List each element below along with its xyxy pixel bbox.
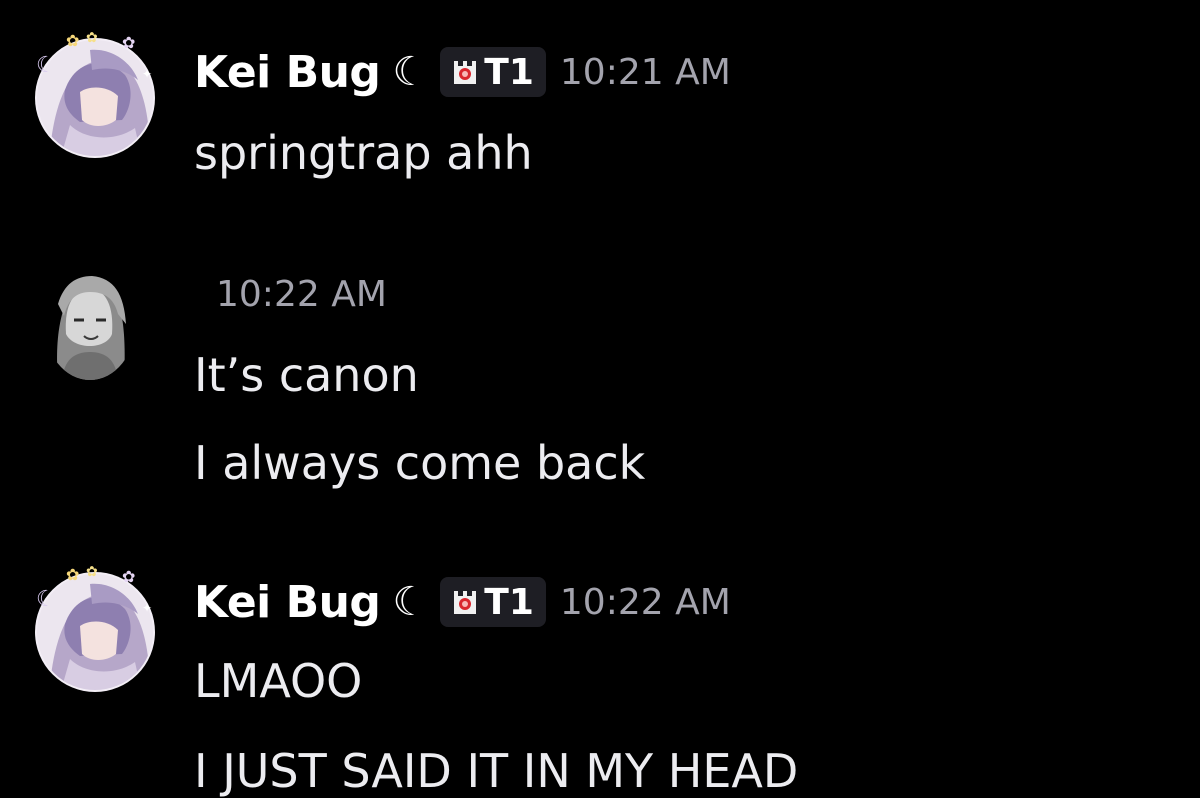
avatar-image: ✿ ✿ ✿ ☾ ✦ — [35, 30, 155, 158]
message-text: It’s canon — [194, 348, 419, 402]
message-group: 10:22 AM It’s canon I always come back — [0, 240, 1200, 510]
message-group: ✿ ✿ ✿ ☾ ✦ Kei Bug ☾ T1 10:22 AM LMAOO I … — [0, 540, 1200, 798]
castle-icon — [454, 591, 477, 614]
svg-text:✿: ✿ — [122, 567, 135, 586]
avatar[interactable] — [44, 264, 136, 380]
svg-text:✿: ✿ — [66, 31, 79, 50]
avatar[interactable]: ✿ ✿ ✿ ☾ ✦ — [30, 564, 160, 694]
username[interactable]: Kei Bug — [194, 47, 381, 98]
message-header: Kei Bug ☾ T1 10:22 AM — [194, 574, 731, 630]
message-group: ✿ ✿ ✿ ☾ ✦ Kei Bug ☾ T1 10:21 AM springtr… — [0, 0, 1200, 200]
server-tag-label: T1 — [484, 51, 534, 93]
svg-text:☾: ☾ — [36, 587, 56, 612]
timestamp[interactable]: 10:22 AM — [216, 274, 387, 315]
svg-text:✿: ✿ — [66, 565, 79, 584]
timestamp[interactable]: 10:22 AM — [560, 582, 731, 623]
avatar-image — [44, 264, 136, 380]
avatar-image: ✿ ✿ ✿ ☾ ✦ — [35, 564, 155, 692]
timestamp[interactable]: 10:21 AM — [560, 52, 731, 93]
server-tag-label: T1 — [484, 581, 534, 623]
message-text: LMAOO — [194, 654, 363, 708]
crescent-moon-icon: ☾ — [392, 49, 429, 95]
svg-text:✦: ✦ — [142, 601, 152, 615]
svg-text:✿: ✿ — [86, 564, 98, 580]
server-tag[interactable]: T1 — [440, 577, 546, 627]
svg-text:✦: ✦ — [142, 67, 152, 81]
svg-text:☾: ☾ — [36, 53, 56, 78]
message-header: 10:22 AM — [216, 266, 387, 322]
message-header: Kei Bug ☾ T1 10:21 AM — [194, 44, 731, 100]
message-text: springtrap ahh — [194, 126, 533, 180]
username[interactable]: Kei Bug — [194, 577, 381, 628]
castle-icon — [454, 61, 477, 84]
message-text: I JUST SAID IT IN MY HEAD — [194, 744, 799, 798]
avatar[interactable]: ✿ ✿ ✿ ☾ ✦ — [30, 30, 160, 160]
svg-text:✿: ✿ — [122, 33, 135, 52]
crescent-moon-icon: ☾ — [392, 579, 429, 625]
svg-text:✿: ✿ — [86, 30, 98, 46]
message-text: I always come back — [194, 436, 646, 490]
server-tag[interactable]: T1 — [440, 47, 546, 97]
